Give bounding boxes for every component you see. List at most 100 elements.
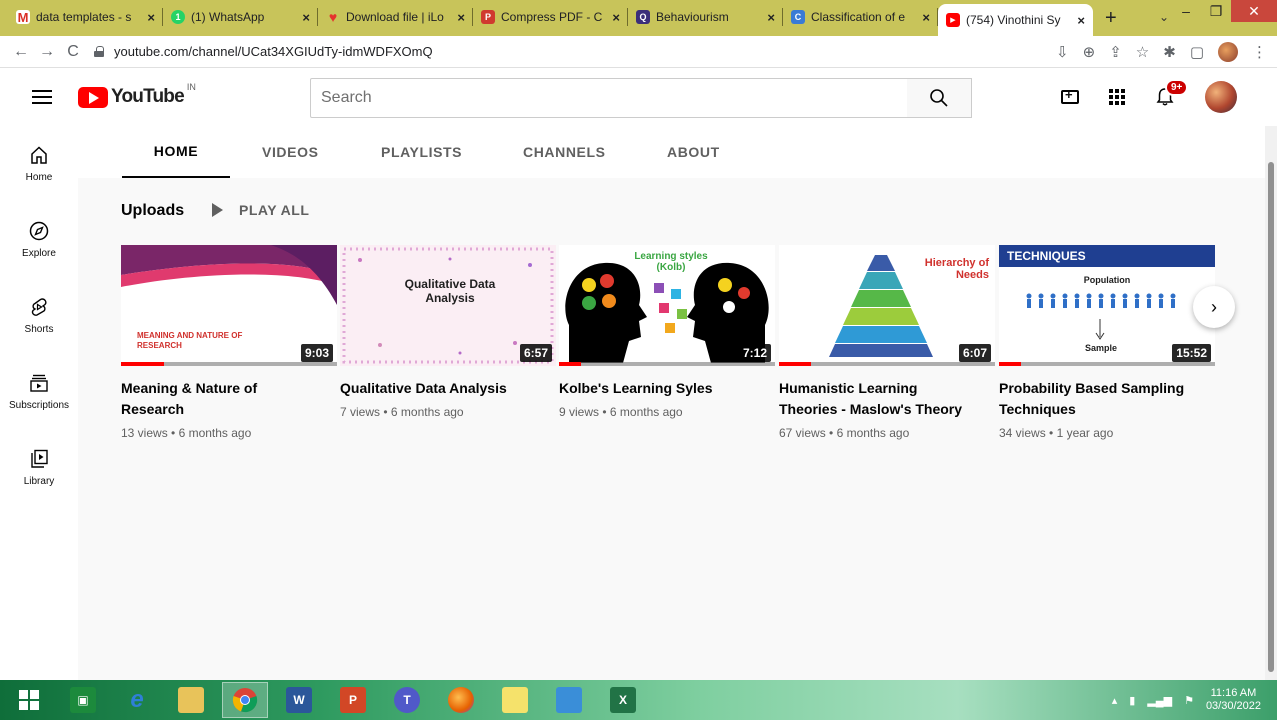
taskbar-teams[interactable]: T [384, 682, 430, 718]
video-card[interactable]: Learning styles (Kolb) 7:12 Kolbe's Lear… [559, 245, 775, 419]
browser-tab-download[interactable]: ♥ Download file | iLo × [318, 2, 473, 32]
tab-close-icon[interactable]: × [922, 10, 930, 25]
notifications-button[interactable]: 9+ [1155, 79, 1189, 107]
apps-grid-icon[interactable] [1109, 89, 1125, 105]
search-box [310, 78, 908, 118]
menu-icon[interactable] [32, 86, 52, 108]
video-age: 6 months ago [390, 405, 464, 419]
video-thumbnail[interactable]: TECHNIQUES Population Sample 15:52 [999, 245, 1215, 366]
url-field[interactable]: youtube.com/channel/UCat34XGIUdTy-idmWDF… [94, 44, 433, 59]
browser-tab-behaviourism[interactable]: Q Behaviourism × [628, 2, 783, 32]
taskbar-store[interactable]: ▣ [60, 682, 106, 718]
search-input[interactable] [311, 79, 907, 117]
youtube-play-icon [78, 86, 108, 108]
video-thumbnail[interactable]: MEANING AND NATURE OF RESEARCH 9:03 [121, 245, 337, 366]
browser-tab-whatsapp[interactable]: 1 (1) WhatsApp × [163, 2, 318, 32]
browser-tab-gmail[interactable]: M data templates - s × [8, 2, 163, 32]
rail-item-home[interactable]: Home [0, 126, 78, 202]
gmail-icon: M [16, 9, 30, 25]
minimize-icon[interactable]: – [1171, 0, 1201, 22]
video-card[interactable]: Qualitative Data Analysis 6:57 Qualitati… [340, 245, 556, 419]
reload-icon[interactable]: C [60, 43, 86, 61]
taskbar-notes[interactable] [492, 682, 538, 718]
browser-menu-icon[interactable]: ⋮ [1252, 43, 1267, 61]
tab-about[interactable]: ABOUT [667, 126, 720, 178]
zoom-icon[interactable]: ⊕ [1083, 43, 1096, 61]
video-thumbnail[interactable]: Qualitative Data Analysis 6:57 [340, 245, 556, 366]
mini-guide: Home Explore Shorts Subscriptions Librar… [0, 126, 78, 680]
play-all-button[interactable]: PLAY ALL [212, 202, 309, 218]
tab-home[interactable]: HOME [122, 126, 230, 178]
shelf-next-button[interactable]: › [1193, 286, 1235, 328]
window-close-icon[interactable]: ✕ [1231, 0, 1277, 22]
video-card[interactable]: Hierarchy of Needs 6:07 Humanistic Learn… [779, 245, 995, 440]
new-tab-button[interactable]: + [1105, 7, 1117, 30]
video-meta: 9 views • 6 months ago [559, 405, 683, 419]
back-icon[interactable]: ← [8, 43, 34, 61]
extensions-icon[interactable]: ✱ [1163, 43, 1176, 61]
youtube-header: YouTube IN 9+ [0, 68, 1277, 126]
taskbar-word[interactable]: W [276, 682, 322, 718]
taskbar-ie[interactable]: e [114, 682, 160, 718]
video-card[interactable]: TECHNIQUES Population Sample 15:52 Proba… [999, 245, 1215, 440]
browser-tab-compress-pdf[interactable]: P Compress PDF - C × [473, 2, 628, 32]
profile-avatar-icon[interactable] [1218, 42, 1238, 62]
side-panel-icon[interactable]: ▢ [1190, 43, 1204, 61]
taskbar-firefox[interactable] [438, 682, 484, 718]
install-icon[interactable]: ⇩ [1056, 43, 1069, 61]
tab-close-icon[interactable]: × [612, 10, 620, 25]
tab-playlists[interactable]: PLAYLISTS [381, 126, 462, 178]
tab-search-icon[interactable]: ⌄ [1159, 10, 1169, 24]
taskbar-excel[interactable]: X [600, 682, 646, 718]
video-title[interactable]: Humanistic Learning Theories - Maslow's … [779, 378, 979, 420]
tab-close-icon[interactable]: × [1077, 13, 1085, 28]
tab-close-icon[interactable]: × [767, 10, 775, 25]
rail-item-library[interactable]: Library [0, 430, 78, 506]
taskbar-powerpoint[interactable]: P [330, 682, 376, 718]
video-title[interactable]: Qualitative Data Analysis [340, 378, 540, 399]
tab-close-icon[interactable]: × [147, 10, 155, 25]
library-icon [31, 449, 48, 468]
quizlet-icon: Q [636, 10, 650, 24]
restore-icon[interactable]: ❐ [1201, 0, 1231, 22]
shorts-icon [31, 298, 47, 316]
signal-icon[interactable]: ▂▄▆ [1147, 694, 1172, 707]
system-clock[interactable]: 11:16 AM 03/30/2022 [1206, 687, 1261, 713]
tab-close-icon[interactable]: × [302, 10, 310, 25]
rail-item-explore[interactable]: Explore [0, 202, 78, 278]
taskbar-explorer[interactable] [168, 682, 214, 718]
youtube-logo[interactable]: YouTube IN [78, 82, 196, 108]
video-age: 6 months ago [609, 405, 683, 419]
tab-channels[interactable]: CHANNELS [523, 126, 606, 178]
video-title[interactable]: Kolbe's Learning Syles [559, 378, 759, 399]
internet-explorer-icon: e [130, 686, 144, 713]
video-title[interactable]: Meaning & Nature of Research [121, 378, 321, 420]
create-video-icon[interactable] [1061, 87, 1079, 104]
rail-item-subscriptions[interactable]: Subscriptions [0, 354, 78, 430]
share-icon[interactable]: ⇪ [1109, 43, 1122, 61]
tab-close-icon[interactable]: × [457, 10, 465, 25]
video-title[interactable]: Probability Based Sampling Techniques [999, 378, 1199, 420]
video-card[interactable]: MEANING AND NATURE OF RESEARCH 9:03 Mean… [121, 245, 337, 440]
taskbar-photos[interactable] [546, 682, 592, 718]
network-icon[interactable]: ▮ [1129, 694, 1135, 707]
youtube-icon: ▶ [946, 13, 960, 27]
browser-tab-classification[interactable]: C Classification of e × [783, 2, 938, 32]
video-thumbnail[interactable]: Learning styles (Kolb) 7:12 [559, 245, 775, 366]
scrollbar-thumb[interactable] [1268, 162, 1274, 672]
flag-icon[interactable]: ⚑ [1184, 694, 1194, 707]
shelf-title[interactable]: Uploads [121, 202, 184, 220]
video-thumbnail[interactable]: Hierarchy of Needs 6:07 [779, 245, 995, 366]
video-duration: 15:52 [1172, 344, 1211, 362]
taskbar-chrome[interactable] [222, 682, 268, 718]
show-hidden-icons-icon[interactable]: ▴ [1112, 694, 1118, 707]
forward-icon[interactable]: → [34, 43, 60, 61]
browser-tab-youtube[interactable]: ▶ (754) Vinothini Sy × [938, 4, 1093, 36]
tab-videos[interactable]: VIDEOS [262, 126, 319, 178]
start-button[interactable] [6, 682, 52, 718]
bookmark-star-icon[interactable]: ☆ [1136, 43, 1149, 61]
account-avatar[interactable] [1205, 81, 1237, 113]
search-button[interactable] [907, 78, 972, 118]
page-scrollbar[interactable] [1265, 126, 1277, 680]
rail-item-shorts[interactable]: Shorts [0, 278, 78, 354]
